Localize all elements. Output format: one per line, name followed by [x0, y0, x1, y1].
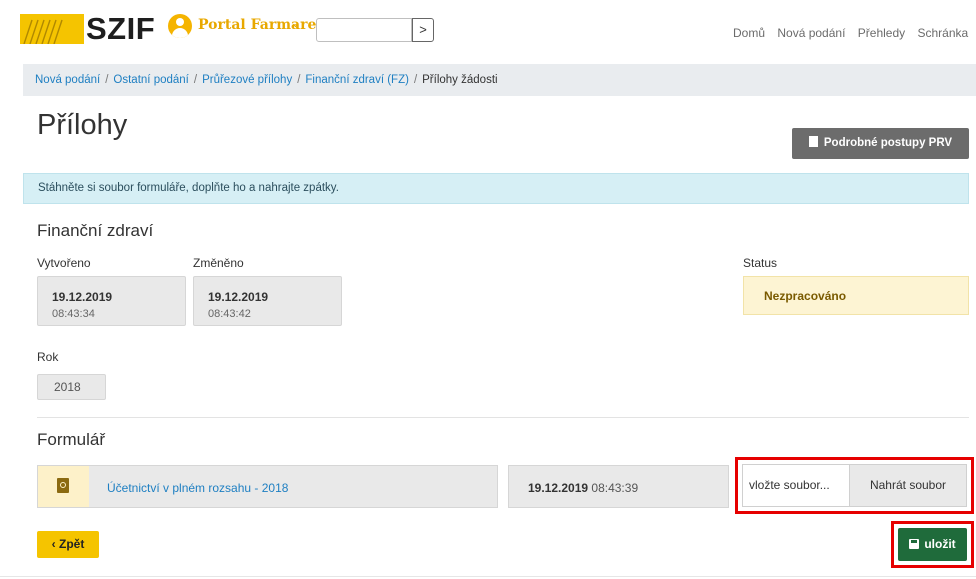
subject-go-button[interactable]: > [412, 18, 434, 42]
breadcrumb-current: Přílohy žádosti [422, 74, 498, 86]
chevron-left-icon: ‹ [51, 537, 56, 551]
breadcrumb-separator: / [105, 74, 109, 86]
section-divider [37, 417, 969, 418]
changed-label: Změněno [193, 256, 244, 270]
breadcrumb-separator: / [297, 74, 301, 86]
save-button-label: uložit [924, 537, 956, 551]
user-icon[interactable] [168, 14, 192, 38]
breadcrumb: Nová podání / Ostatní podání / Průřezové pří… [23, 64, 976, 96]
section-title-form: Formulář [37, 430, 106, 449]
breadcrumb-financial-health[interactable]: Finanční zdraví (FZ) [305, 74, 409, 86]
document-time: 08:43:39 [591, 481, 639, 495]
subject-search-input[interactable] [316, 18, 412, 42]
nav-item-home[interactable]: Domů [733, 26, 765, 40]
created-date: 19.12.2019 [52, 290, 113, 304]
breadcrumb-new-submissions[interactable]: Nová podání [35, 74, 100, 86]
chevron-down-icon[interactable]: ⌄ [290, 15, 301, 31]
nav-item-inbox[interactable]: Schránka [917, 26, 968, 40]
info-alert: Stáhněte si soubor formuláře, doplňte ho… [23, 173, 969, 204]
breadcrumb-separator: / [413, 74, 418, 86]
section-title-financial-health: Finanční zdraví [37, 221, 154, 240]
breadcrumb-cross-attachments[interactable]: Průřezové přílohy [202, 74, 292, 86]
document-date: 19.12.2019 [528, 481, 589, 495]
upload-file-button[interactable]: Nahrát soubor [849, 464, 967, 507]
breadcrumb-separator: / [193, 74, 198, 86]
back-button-label: Zpět [59, 537, 85, 551]
document-timestamp-box: 19.12.2019 08:43:39 [508, 465, 729, 508]
created-box: 19.12.2019 08:43:34 [37, 276, 186, 326]
file-select-input[interactable]: vložte soubor... [742, 464, 850, 507]
nav-item-new-submissions[interactable]: Nová podání [777, 26, 845, 40]
save-button[interactable]: uložit [898, 528, 967, 561]
szif-logo[interactable]: SZIF [86, 11, 155, 47]
document-download-link[interactable]: Účetnictví v plném rozsahu - 2018 [107, 481, 288, 495]
file-pdf-icon [57, 478, 69, 493]
detailed-procedures-button[interactable]: Podrobné postupy PRV [792, 128, 969, 159]
year-label: Rok [37, 350, 59, 364]
changed-time: 08:43:42 [208, 308, 251, 320]
footer-divider [0, 576, 976, 577]
back-button[interactable]: ‹ Zpět [37, 531, 99, 558]
nav-item-overviews[interactable]: Přehledy [858, 26, 905, 40]
created-time: 08:43:34 [52, 308, 95, 320]
status-label: Status [743, 256, 778, 270]
breadcrumb-other-submissions[interactable]: Ostatní podání [113, 74, 188, 86]
page-title: Přílohy [37, 109, 128, 141]
status-badge: Nezpracováno [743, 276, 969, 315]
year-value: 2018 [37, 374, 106, 400]
changed-box: 19.12.2019 08:43:42 [193, 276, 342, 326]
status-value: Nezpracováno [764, 289, 847, 303]
document-icon [808, 136, 818, 147]
changed-date: 19.12.2019 [208, 290, 269, 304]
szif-logo-stripes [20, 14, 84, 44]
floppy-disk-icon [909, 539, 920, 549]
top-navigation: Domů Nová podání Přehledy Schránka [733, 26, 976, 40]
created-label: Vytvořeno [37, 256, 91, 270]
guide-button-label: Podrobné postupy PRV [823, 137, 953, 149]
